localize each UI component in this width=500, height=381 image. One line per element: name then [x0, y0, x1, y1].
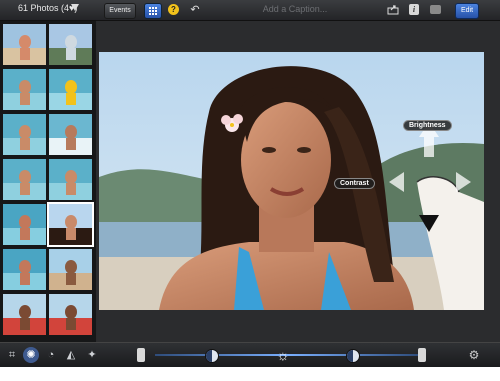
camera-icon[interactable] [430, 5, 441, 14]
events-button[interactable]: Events [104, 3, 136, 19]
thumbnail[interactable] [3, 114, 46, 155]
caption-field[interactable]: Add a Caption... [240, 4, 350, 14]
thumbnail[interactable] [3, 294, 46, 335]
thumbnail-selected[interactable] [47, 202, 94, 247]
thumbnail[interactable] [3, 24, 46, 65]
main-photo[interactable]: Brightness Contrast [99, 52, 484, 310]
thumbnail[interactable] [3, 159, 46, 200]
shadows-handle[interactable] [205, 349, 219, 363]
highlights-handle[interactable] [346, 349, 360, 363]
chevron-down-icon[interactable] [71, 4, 79, 11]
thumbnail[interactable] [49, 69, 92, 110]
crop-icon[interactable]: ⌗ [4, 347, 20, 363]
undo-icon[interactable]: ↶ [188, 3, 202, 17]
photo-image [99, 52, 484, 310]
thumbnail[interactable] [3, 204, 46, 245]
thumbnail[interactable] [49, 24, 92, 65]
adjust-icon[interactable]: ✺ [23, 347, 39, 363]
color-icon[interactable]: ◔ [43, 347, 59, 363]
edit-button[interactable]: Edit [455, 3, 479, 19]
thumbnail[interactable] [3, 249, 46, 290]
effects-icon[interactable]: ◭ [63, 347, 79, 363]
overexposure-handle[interactable] [418, 348, 426, 362]
brightness-label: Brightness [403, 120, 452, 131]
album-title[interactable]: 61 Photos (4♥) [18, 3, 77, 13]
bottom-toolbar: ⌗ ✺ ◔ ◭ ✦ ☼ ⚙ [0, 342, 500, 367]
thumbnail[interactable] [49, 294, 92, 335]
brightness-sun-handle[interactable]: ☼ [276, 348, 290, 362]
info-button[interactable]: i [409, 4, 419, 15]
grid-view-button[interactable] [144, 3, 162, 19]
photo-sidebar [0, 21, 96, 342]
share-icon[interactable] [387, 4, 399, 15]
thumbnail[interactable] [49, 249, 92, 290]
thumbnail[interactable] [49, 159, 92, 200]
contrast-label: Contrast [334, 178, 375, 189]
bottom-margin [0, 367, 500, 381]
help-button[interactable]: ? [168, 4, 179, 15]
gear-icon[interactable]: ⚙ [466, 347, 482, 363]
thumbnail[interactable] [3, 69, 46, 110]
underexposure-handle[interactable] [137, 348, 145, 362]
thumbnail[interactable] [49, 114, 92, 155]
top-toolbar: 61 Photos (4♥) Events ? ↶ Add a Caption.… [0, 0, 500, 21]
brush-icon[interactable]: ✦ [84, 347, 100, 363]
